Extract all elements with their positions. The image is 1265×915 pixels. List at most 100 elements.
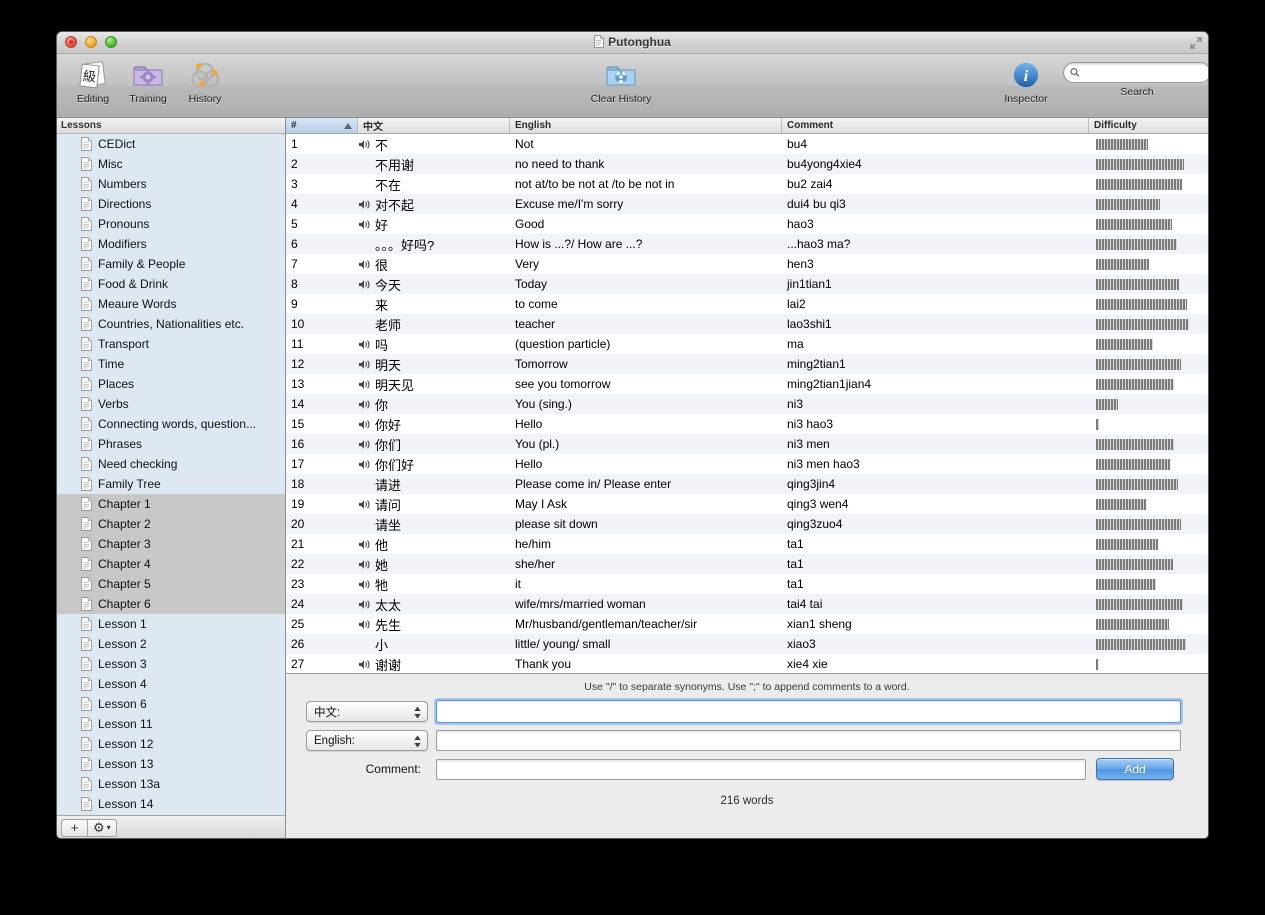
sidebar-item-transport[interactable]: Transport [57,334,285,354]
speaker-icon[interactable] [358,399,372,410]
speaker-icon[interactable] [358,459,372,470]
sidebar-item-misc[interactable]: Misc [57,154,285,174]
sidebar-item-lesson-2[interactable]: Lesson 2 [57,634,285,654]
table-row[interactable]: 16 你们 You (pl.) ni3 men [286,434,1208,454]
sidebar-item-time[interactable]: Time [57,354,285,374]
toolbar-item-training[interactable]: Training [117,58,179,105]
table-row[interactable]: 22 她 she/her ta1 [286,554,1208,574]
speaker-icon[interactable] [358,139,372,150]
comment-input[interactable] [436,758,1086,780]
table-row[interactable]: 27 谢谢 Thank you xie4 xie [286,654,1208,673]
sidebar-item-phrases[interactable]: Phrases [57,434,285,454]
speaker-icon[interactable] [358,499,372,510]
table-row[interactable]: 11 吗 (question particle) ma [286,334,1208,354]
speaker-icon[interactable] [358,559,372,570]
table-row[interactable]: 21 他 he/him ta1 [286,534,1208,554]
speaker-icon[interactable] [358,419,372,430]
speaker-icon[interactable] [358,259,372,270]
table-row[interactable]: 18 请进 Please come in/ Please enter qing3jin… [286,474,1208,494]
sidebar-item-directions[interactable]: Directions [57,194,285,214]
english-input[interactable] [436,730,1181,751]
column-header-diff[interactable]: Difficulty [1089,118,1208,133]
table-row[interactable]: 7 很 Very hen3 [286,254,1208,274]
sidebar-item-modifiers[interactable]: Modifiers [57,234,285,254]
toolbar-item-clear-history[interactable]: Clear History [571,58,671,105]
speaker-icon[interactable] [358,599,372,610]
sidebar-item-family-tree[interactable]: Family Tree [57,474,285,494]
sidebar-item-cedict[interactable]: CEDict [57,134,285,154]
table-header-row[interactable]: # 中文 English Comment Difficulty [286,118,1208,134]
sidebar-item-chapter-4[interactable]: Chapter 4 [57,554,285,574]
speaker-icon[interactable] [358,379,372,390]
column-header-cn[interactable]: 中文 [358,118,510,133]
table-row[interactable]: 10 老师 teacher lao3shi1 [286,314,1208,334]
table-row[interactable]: 26 小 little/ young/ small xiao3 [286,634,1208,654]
table-row[interactable]: 24 太太 wife/mrs/married woman tai4 tai [286,594,1208,614]
sidebar-item-chapter-6[interactable]: Chapter 6 [57,594,285,614]
speaker-icon[interactable] [358,199,372,210]
table-row[interactable]: 23 牠 it ta1 [286,574,1208,594]
column-header-num[interactable]: # [286,118,358,133]
table-row[interactable]: 3 不在 not at/to be not at /to be not in bu2 … [286,174,1208,194]
speaker-icon[interactable] [358,539,372,550]
table-row[interactable]: 12 明天 Tomorrow ming2tian1 [286,354,1208,374]
toolbar-item-inspector[interactable]: i Inspector [995,58,1057,105]
sidebar-item-countries-nationalities-etc[interactable]: Countries, Nationalities etc. [57,314,285,334]
table-row[interactable]: 6 。。。好吗? How is ...?/ How are ...? ...hao3 … [286,234,1208,254]
table-row[interactable]: 15 你好 Hello ni3 hao3 [286,414,1208,434]
search-field[interactable] [1063,62,1208,83]
toolbar-item-history[interactable]: History [174,58,236,105]
sidebar-item-chapter-1[interactable]: Chapter 1 [57,494,285,514]
sidebar-item-lesson-13a[interactable]: Lesson 13a [57,774,285,794]
table-row[interactable]: 13 明天见 see you tomorrow ming2tian1jian4 [286,374,1208,394]
chinese-input[interactable] [436,700,1181,723]
sidebar-item-need-checking[interactable]: Need checking [57,454,285,474]
sidebar-item-meaure-words[interactable]: Meaure Words [57,294,285,314]
table-row[interactable]: 4 对不起 Excuse me/I'm sorry dui4 bu qi3 [286,194,1208,214]
sidebar-item-food-drink[interactable]: Food & Drink [57,274,285,294]
sidebar-item-lesson-13[interactable]: Lesson 13 [57,754,285,774]
table-row[interactable]: 14 你 You (sing.) ni3 [286,394,1208,414]
sidebar-item-chapter-5[interactable]: Chapter 5 [57,574,285,594]
speaker-icon[interactable] [358,339,372,350]
sidebar-item-places[interactable]: Places [57,374,285,394]
table-row[interactable]: 2 不用谢 no need to thank bu4yong4xie4 [286,154,1208,174]
table-row[interactable]: 9 来 to come lai2 [286,294,1208,314]
sidebar-item-lesson-11[interactable]: Lesson 11 [57,714,285,734]
table-row[interactable]: 5 好 Good hao3 [286,214,1208,234]
sidebar-item-lesson-12[interactable]: Lesson 12 [57,734,285,754]
table-row[interactable]: 8 今天 Today jin1tian1 [286,274,1208,294]
sidebar-item-lesson-3[interactable]: Lesson 3 [57,654,285,674]
add-lesson-button[interactable]: + [61,818,88,837]
sidebar-item-verbs[interactable]: Verbs [57,394,285,414]
table-row[interactable]: 17 你们好 Hello ni3 men hao3 [286,454,1208,474]
sidebar-item-numbers[interactable]: Numbers [57,174,285,194]
table-row[interactable]: 1 不 Not bu4 [286,134,1208,154]
sidebar-item-lesson-6[interactable]: Lesson 6 [57,694,285,714]
sidebar-item-lesson-14[interactable]: Lesson 14 [57,794,285,814]
lesson-actions-gear-button[interactable]: ⚙ ▾ [88,818,117,837]
speaker-icon[interactable] [358,619,372,630]
lessons-list[interactable]: CEDict Misc Numbers Directions Pronouns Modif… [57,134,285,815]
fullscreen-arrows-icon[interactable] [1189,36,1203,50]
speaker-icon[interactable] [358,219,372,230]
table-row[interactable]: 25 先生 Mr/husband/gentleman/teacher/sir xian… [286,614,1208,634]
table-body[interactable]: 1 不 Not bu4 2 不用谢 no need to thank bu4yong4xie4… [286,134,1208,673]
add-button[interactable]: Add [1096,758,1174,780]
speaker-icon[interactable] [358,579,372,590]
chinese-field-popup[interactable]: 中文: [306,701,428,722]
english-field-popup[interactable]: English: [306,730,428,751]
speaker-icon[interactable] [358,659,372,670]
column-header-com[interactable]: Comment [782,118,1089,133]
table-row[interactable]: 19 请问 May I Ask qing3 wen4 [286,494,1208,514]
sidebar-item-chapter-2[interactable]: Chapter 2 [57,514,285,534]
search-input[interactable] [1083,65,1204,80]
column-header-en[interactable]: English [510,118,782,133]
sidebar-item-family-people[interactable]: Family & People [57,254,285,274]
sidebar-item-lesson-4[interactable]: Lesson 4 [57,674,285,694]
speaker-icon[interactable] [358,279,372,290]
table-row[interactable]: 20 请坐 please sit down qing3zuo4 [286,514,1208,534]
sidebar-item-pronouns[interactable]: Pronouns [57,214,285,234]
toolbar-item-editing[interactable]: 級 Editing [62,58,124,105]
speaker-icon[interactable] [358,439,372,450]
